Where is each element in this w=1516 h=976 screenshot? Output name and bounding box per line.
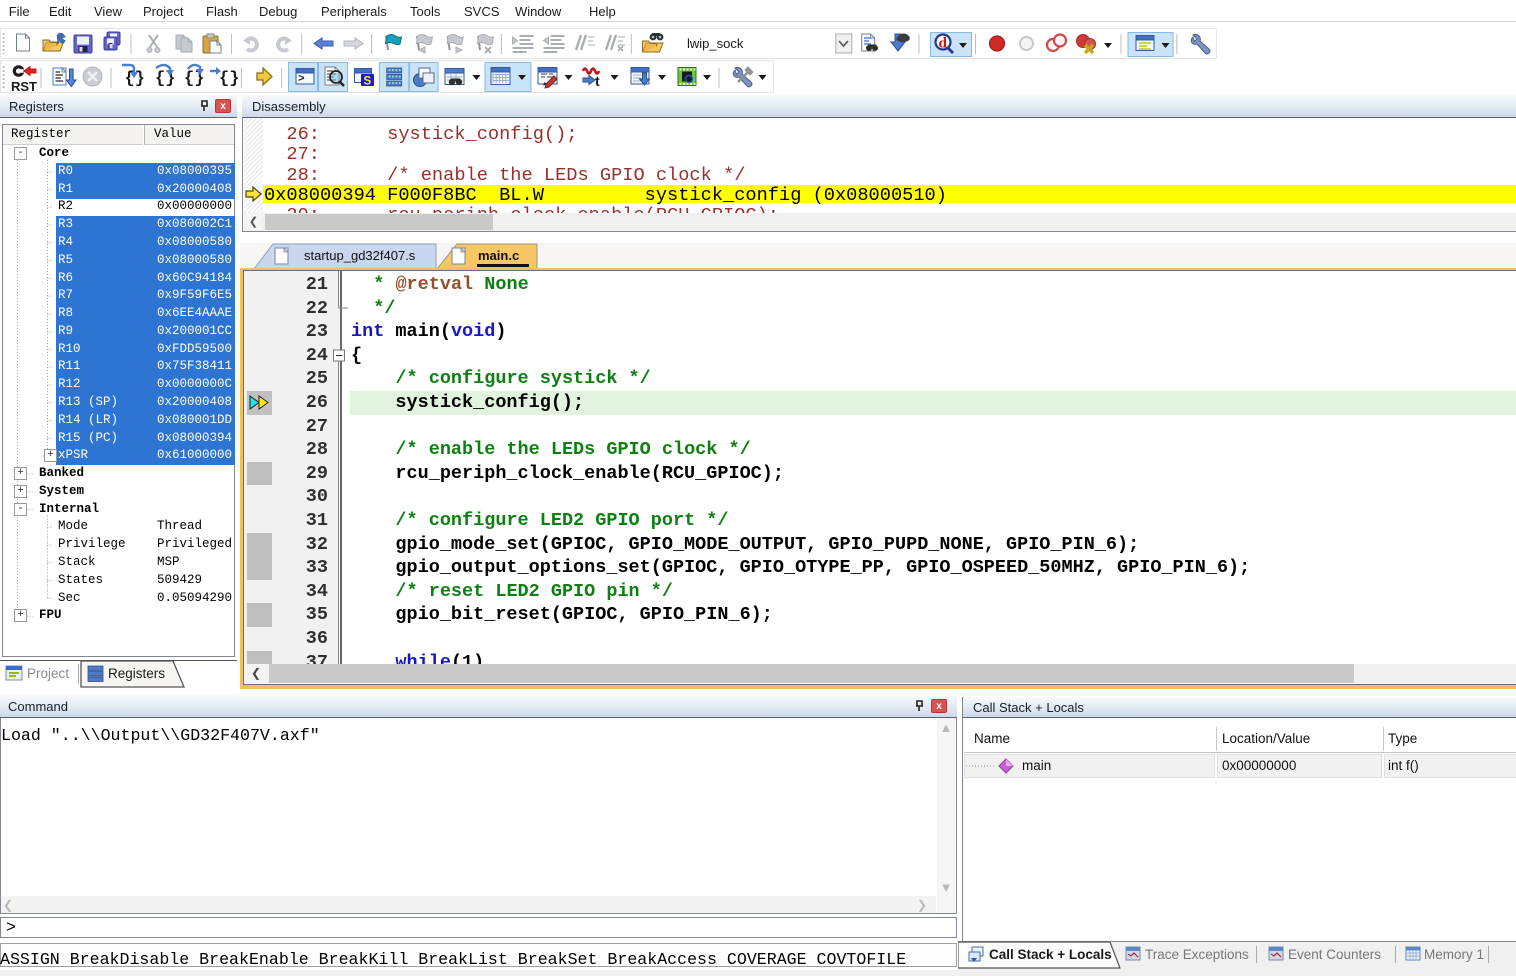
svg-text:S: S <box>364 76 372 88</box>
svg-text:t: t <box>595 73 600 89</box>
svg-text:>: > <box>298 74 305 86</box>
svg-text:{}: {} <box>219 70 239 89</box>
svg-text:d: d <box>939 36 948 52</box>
svg-text:RST: RST <box>11 79 37 93</box>
